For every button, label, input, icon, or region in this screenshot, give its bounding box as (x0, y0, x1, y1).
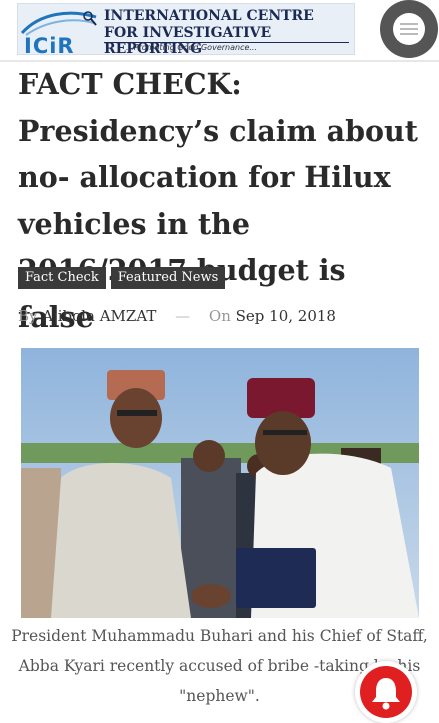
site-header: ICiR INTERNATIONAL CENTRE FOR INVESTIGAT… (0, 0, 439, 62)
notification-badge (360, 666, 412, 718)
tag-fact-check[interactable]: Fact Check (18, 267, 106, 289)
meta-dash: — (175, 307, 191, 325)
logo-line-2: FOR INVESTIGATIVE REPORTING (104, 25, 272, 57)
logo-short-name: ICiR (24, 34, 75, 58)
publish-date: Sep 10, 2018 (235, 307, 336, 325)
article-tags: Fact Check Featured News (18, 267, 226, 289)
bell-icon (372, 678, 400, 710)
menu-icon (393, 13, 425, 45)
logo-swoosh-icon (20, 11, 97, 36)
byline-prefix: By (18, 307, 38, 325)
article-photo (21, 348, 419, 618)
article-title: FACT CHECK: Presidency’s claim about no-… (18, 67, 418, 334)
logo-tagline: ...Promoting Good Governance... (126, 43, 258, 52)
tag-featured-news[interactable]: Featured News (110, 267, 226, 289)
author-link[interactable]: Ajibola AMZAT (42, 307, 156, 325)
date-prefix: On (208, 307, 231, 325)
menu-button[interactable] (380, 0, 438, 58)
logo-line-1: INTERNATIONAL CENTRE (104, 8, 314, 24)
article-meta: By Ajibola AMZAT — On Sep 10, 2018 (18, 307, 336, 325)
site-logo[interactable]: ICiR INTERNATIONAL CENTRE FOR INVESTIGAT… (17, 3, 355, 58)
photo-illustration (21, 348, 419, 618)
notification-button[interactable] (355, 661, 417, 723)
